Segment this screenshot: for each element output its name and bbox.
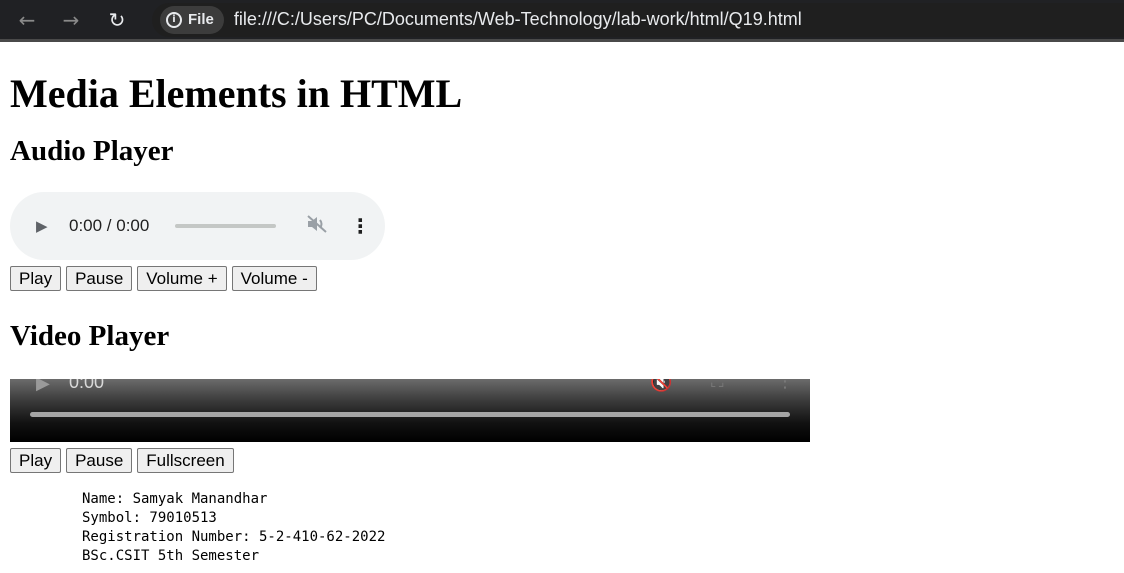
video-play-button[interactable]: Play xyxy=(10,448,62,473)
fullscreen-icon[interactable]: ⛶ xyxy=(711,379,724,392)
forward-arrow-icon[interactable]: → xyxy=(58,7,84,33)
video-player[interactable]: ▶ 0:00 🔇 ⛶ ⋮ xyxy=(10,379,810,442)
page-content: Media Elements in HTML Audio Player ▶ 0:… xyxy=(0,70,1124,566)
site-info-chip[interactable]: i File xyxy=(160,5,224,34)
video-progress-bar[interactable] xyxy=(30,412,790,417)
info-line: Registration Number: 5-2-410-62-2022 xyxy=(82,529,386,545)
back-arrow-icon[interactable]: ← xyxy=(14,7,40,33)
info-line: Symbol: 79010513 xyxy=(82,510,217,526)
info-line: BSc.CSIT 5th Semester xyxy=(82,548,260,564)
reload-icon[interactable]: ↻ xyxy=(104,7,130,33)
audio-heading: Audio Player xyxy=(10,135,174,167)
audio-player[interactable]: ▶ 0:00 / 0:00 ⋮ xyxy=(10,192,385,260)
student-info: Name: Samyak Manandhar Symbol: 79010513 … xyxy=(10,490,1114,566)
muted-speaker-icon[interactable]: 🔇 xyxy=(650,379,672,393)
volume-up-button[interactable]: Volume + xyxy=(137,266,227,291)
address-bar[interactable]: i File file:///C:/Users/PC/Documents/Web… xyxy=(152,2,1124,37)
browser-toolbar: ← → ↻ i File file:///C:/Users/PC/Documen… xyxy=(0,0,1124,42)
volume-down-button[interactable]: Volume - xyxy=(231,266,317,291)
more-options-icon[interactable]: ⋮ xyxy=(776,379,794,392)
play-icon[interactable]: ▶ xyxy=(36,217,52,235)
page-title: Media Elements in HTML xyxy=(10,71,463,116)
video-pause-button[interactable]: Pause xyxy=(66,448,133,473)
audio-pause-button[interactable]: Pause xyxy=(66,266,133,291)
muted-speaker-icon[interactable] xyxy=(306,214,328,239)
video-controls: Play Pause Fullscreen xyxy=(10,448,1114,473)
play-icon[interactable]: ▶ xyxy=(36,379,50,394)
video-heading: Video Player xyxy=(10,320,170,352)
audio-controls: Play Pause Volume + Volume - xyxy=(10,266,1114,291)
audio-play-button[interactable]: Play xyxy=(10,266,62,291)
info-line: Name: Samyak Manandhar xyxy=(82,491,268,507)
video-time: 0:00 xyxy=(69,379,105,392)
audio-progress-bar[interactable] xyxy=(175,224,277,228)
fullscreen-button[interactable]: Fullscreen xyxy=(137,448,234,473)
audio-time: 0:00 / 0:00 xyxy=(69,216,150,235)
info-icon: i xyxy=(166,11,182,28)
site-chip-label: File xyxy=(188,11,214,28)
more-options-icon[interactable]: ⋮ xyxy=(350,216,370,236)
url-text[interactable]: file:///C:/Users/PC/Documents/Web-Techno… xyxy=(234,9,802,30)
